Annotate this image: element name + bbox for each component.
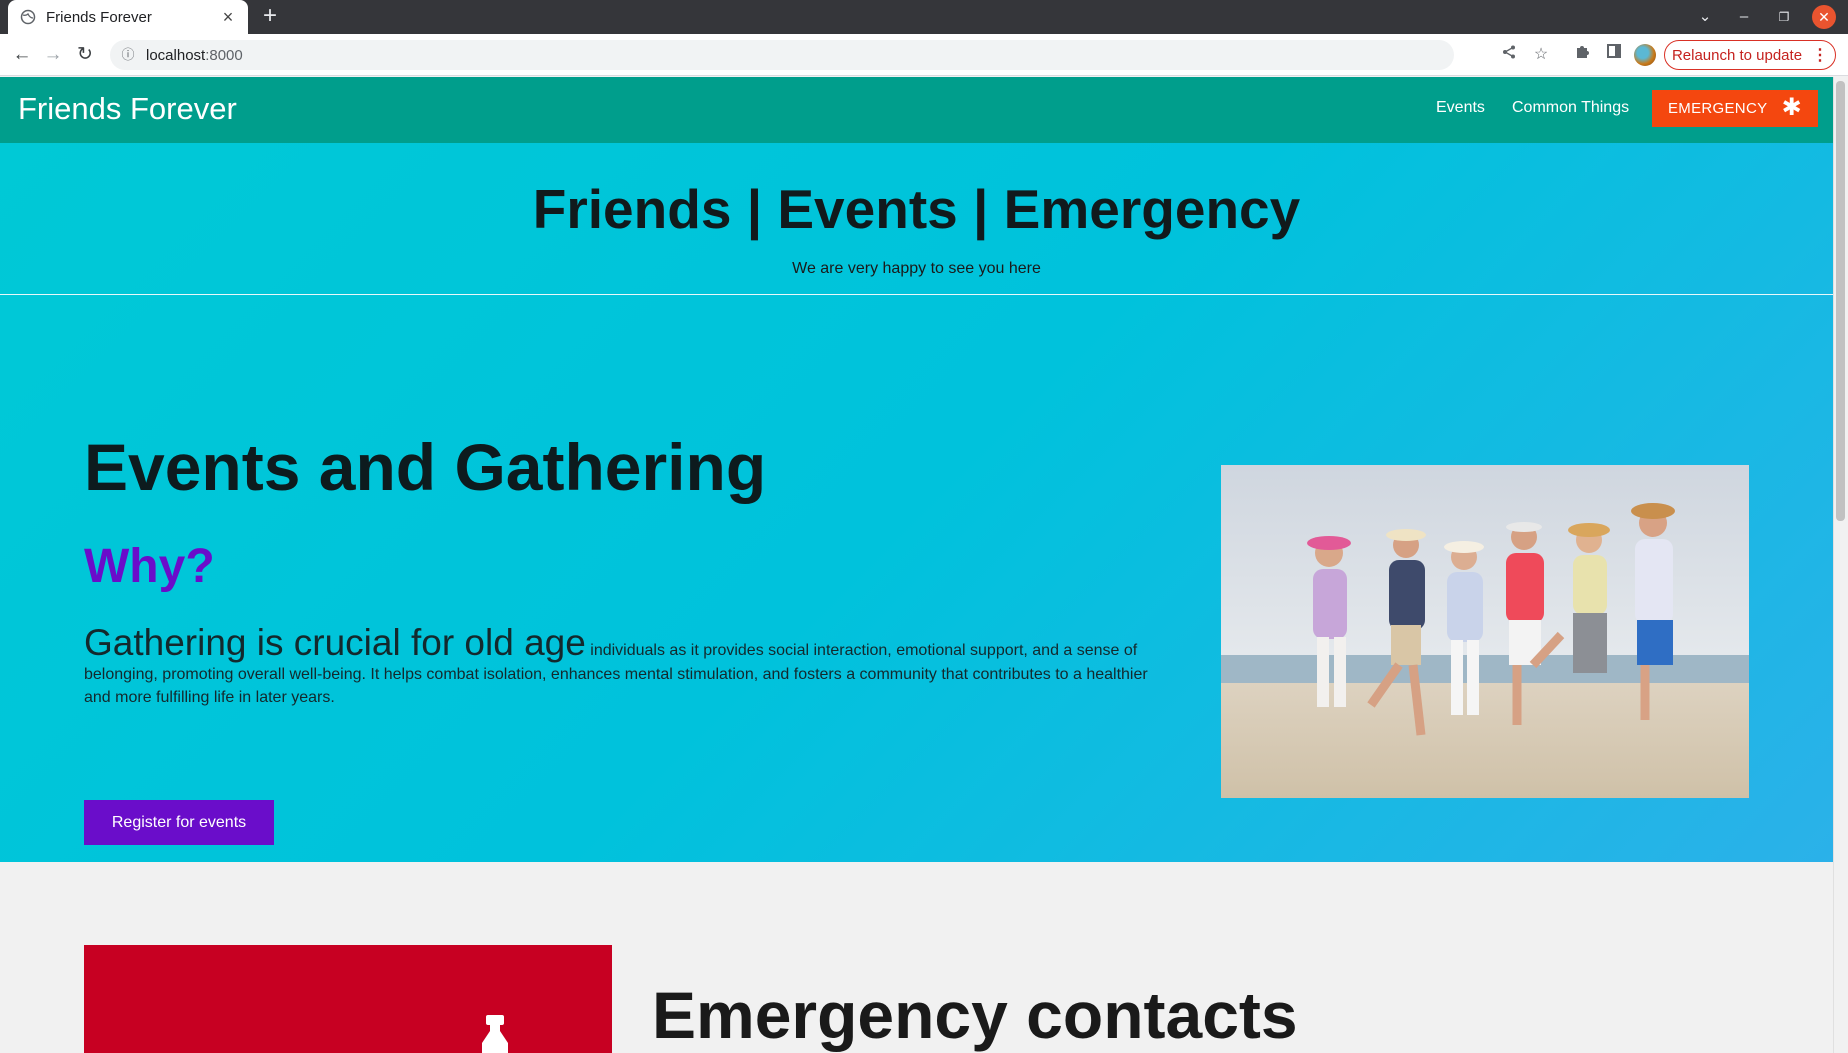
hero-divider [0,294,1833,295]
emergency-contacts-heading: Emergency contacts [652,978,1298,1052]
forward-icon[interactable]: → [41,43,65,67]
events-paragraph: Gathering is crucial for old age individ… [84,623,1174,709]
site-navbar: Friends Forever Events Common Things EME… [0,77,1833,143]
page-scrollbar[interactable] [1833,77,1848,1053]
why-heading: Why? [84,540,215,593]
more-icon: ⋮ [1812,47,1829,64]
info-icon[interactable]: ⓘ [120,47,136,63]
events-heading: Events and Gathering [84,430,767,504]
nav-link-events[interactable]: Events [1436,99,1485,117]
hero-subtitle: We are very happy to see you here [792,260,1041,277]
back-icon[interactable]: ← [10,43,34,67]
plus-icon[interactable]: + [258,4,282,29]
bottle-icon [470,1013,520,1053]
restore-icon[interactable]: ❐ [1772,5,1796,29]
nav-link-common-things[interactable]: Common Things [1512,99,1629,117]
close-icon[interactable]: × [218,7,238,27]
star-icon[interactable]: ☆ [1529,43,1553,67]
reload-icon[interactable]: ↻ [73,43,97,67]
tab-search-icon[interactable]: ⌄ [1693,5,1717,29]
emergency-button[interactable]: EMERGENCY ✱ [1652,90,1818,127]
profile-avatar[interactable] [1634,44,1656,66]
events-lead: Gathering is crucial for old age [84,622,586,663]
asterisk-icon: ✱ [1781,94,1802,121]
hero-title: Friends | Events | Emergency [532,178,1301,240]
site-brand[interactable]: Friends Forever [18,91,237,127]
sidepanel-icon[interactable] [1602,43,1626,67]
relaunch-button[interactable]: Relaunch to update ⋮ [1664,40,1836,70]
tab-title: Friends Forever [46,8,152,26]
window-close-icon[interactable]: ✕ [1812,5,1836,29]
page-viewport: Friends Forever Events Common Things EME… [0,77,1848,1053]
address-bar[interactable]: ⓘ localhost:8000 [110,40,1454,70]
seniors-beach-photo [1221,465,1749,798]
register-button[interactable]: Register for events [84,800,274,845]
relaunch-label: Relaunch to update [1671,46,1803,64]
puzzle-icon[interactable] [1570,43,1594,67]
minimize-icon[interactable]: – [1732,5,1756,29]
browser-tab[interactable]: Friends Forever × [8,0,248,34]
tab-strip: Friends Forever × + ⌄ – ❐ ✕ [0,0,1848,34]
browser-toolbar: ← → ↻ ⓘ localhost:8000 ☆ Relaunch to upd… [0,34,1848,76]
emergency-label: EMERGENCY [1668,100,1768,117]
hero-section: Friends | Events | Emergency We are very… [0,143,1833,862]
scrollbar-thumb[interactable] [1836,81,1845,521]
share-icon[interactable] [1497,43,1521,67]
globe-icon [20,9,36,25]
url-text: localhost:8000 [146,46,243,64]
emergency-card [84,945,612,1053]
